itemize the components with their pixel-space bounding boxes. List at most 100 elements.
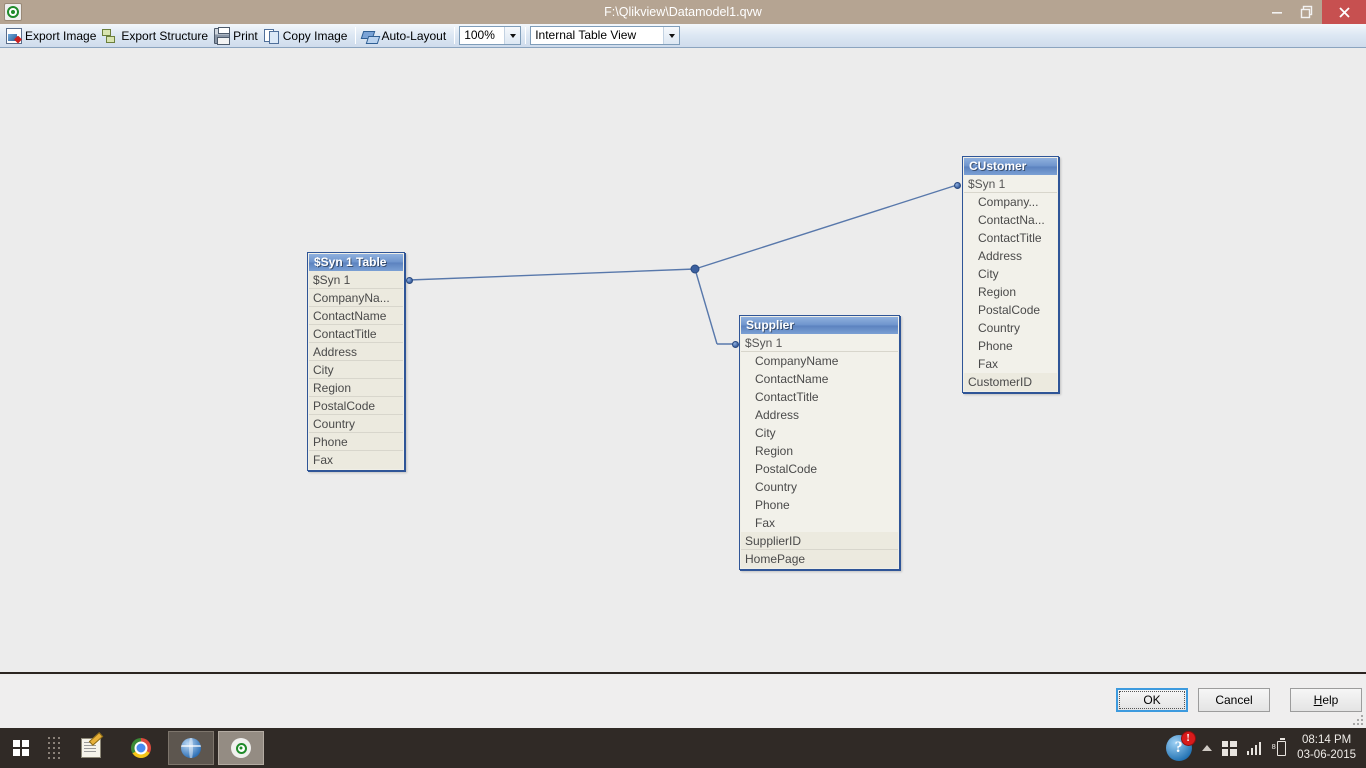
notepad-icon bbox=[81, 738, 101, 758]
window-titlebar: F:\Qlikview\Datamodel1.qvw bbox=[0, 0, 1366, 24]
table-field-row[interactable]: ContactTitle bbox=[309, 325, 403, 343]
table-field-row[interactable]: Region bbox=[964, 283, 1057, 301]
zoom-level-value: 100% bbox=[464, 28, 495, 42]
copy-image-button[interactable]: Copy Image bbox=[262, 26, 352, 46]
cancel-button-label: Cancel bbox=[1215, 693, 1253, 707]
restore-icon bbox=[1300, 5, 1313, 19]
table-field-row[interactable]: HomePage bbox=[741, 550, 898, 568]
battery-status-button[interactable]: ⁸ bbox=[1266, 728, 1291, 768]
table-field-row[interactable]: PostalCode bbox=[309, 397, 403, 415]
table-field-row[interactable]: City bbox=[309, 361, 403, 379]
export-structure-label: Export Structure bbox=[121, 28, 209, 43]
help-button[interactable]: Help bbox=[1290, 688, 1362, 712]
clock[interactable]: 08:14 PM 03-06-2015 bbox=[1291, 733, 1366, 763]
copy-image-label: Copy Image bbox=[282, 28, 348, 43]
minimize-icon bbox=[1272, 12, 1282, 14]
table-field-row[interactable]: $Syn 1 bbox=[741, 334, 898, 352]
taskbar-item-qlikview[interactable] bbox=[218, 731, 264, 765]
view-mode-select[interactable]: Internal Table View bbox=[530, 26, 681, 45]
network-status-button[interactable] bbox=[1242, 728, 1267, 768]
dialog-footer: OK Cancel Help bbox=[0, 676, 1366, 728]
table-node-customer[interactable]: CUstomer $Syn 1 Company... ContactNa... Cont… bbox=[962, 156, 1059, 393]
diagram-toolbar: Export Image Export Structure Print Copy… bbox=[0, 24, 1366, 48]
link-anchor-supplier[interactable] bbox=[731, 340, 739, 348]
auto-layout-icon bbox=[362, 28, 378, 44]
table-field-row[interactable]: PostalCode bbox=[741, 460, 898, 478]
table-field-row[interactable]: City bbox=[741, 424, 898, 442]
tray-windows-button[interactable] bbox=[1217, 728, 1242, 768]
table-field-row[interactable]: ContactTitle bbox=[964, 229, 1057, 247]
table-node-supplier[interactable]: Supplier $Syn 1 CompanyName ContactName Cont… bbox=[739, 315, 900, 570]
chevron-down-icon[interactable] bbox=[504, 27, 521, 44]
close-icon bbox=[1338, 6, 1350, 18]
table-field-row[interactable]: $Syn 1 bbox=[964, 175, 1057, 193]
table-field-row[interactable]: Phone bbox=[309, 433, 403, 451]
table-field-row[interactable]: SupplierID bbox=[741, 532, 898, 550]
resize-grip[interactable] bbox=[1352, 714, 1364, 726]
table-field-row[interactable]: Address bbox=[964, 247, 1057, 265]
table-field-row[interactable]: ContactName bbox=[309, 307, 403, 325]
link-junction-customer[interactable] bbox=[694, 184, 958, 270]
close-button[interactable] bbox=[1322, 0, 1366, 24]
action-center-button[interactable]: ? ! bbox=[1161, 728, 1197, 768]
table-field-row[interactable]: ContactName bbox=[741, 370, 898, 388]
minimize-button[interactable] bbox=[1262, 0, 1292, 24]
window-controls bbox=[1262, 0, 1366, 24]
taskbar-item-chrome[interactable] bbox=[118, 731, 164, 765]
taskbar-item-notepad[interactable] bbox=[68, 731, 114, 765]
link-anchor-syn1table[interactable] bbox=[405, 276, 413, 284]
table-field-row[interactable]: Region bbox=[741, 442, 898, 460]
export-image-button[interactable]: Export Image bbox=[4, 26, 100, 46]
link-junction-node[interactable] bbox=[690, 264, 700, 274]
clock-date: 03-06-2015 bbox=[1297, 749, 1356, 761]
table-field-row[interactable]: Company... bbox=[964, 193, 1057, 211]
table-field-row[interactable]: Address bbox=[741, 406, 898, 424]
auto-layout-button[interactable]: Auto-Layout bbox=[360, 26, 450, 46]
chevron-up-icon bbox=[1201, 745, 1212, 751]
table-field-row[interactable]: PostalCode bbox=[964, 301, 1057, 319]
system-tray: ? ! ⁸ 08:14 PM 03-06-2015 bbox=[1161, 728, 1366, 768]
link-syn1table-junction[interactable] bbox=[408, 268, 696, 281]
table-field-row[interactable]: Phone bbox=[964, 337, 1057, 355]
table-field-row[interactable]: CustomerID bbox=[964, 373, 1057, 391]
table-field-row[interactable]: Region bbox=[309, 379, 403, 397]
start-button[interactable] bbox=[0, 728, 42, 768]
table-field-row[interactable]: City bbox=[964, 265, 1057, 283]
show-hidden-icons-button[interactable] bbox=[1197, 728, 1217, 768]
qlikview-table-viewer-window: F:\Qlikview\Datamodel1.qvw Export Image … bbox=[0, 0, 1366, 768]
table-field-row[interactable]: ContactNa... bbox=[964, 211, 1057, 229]
windows-logo-icon bbox=[1221, 740, 1237, 756]
table-field-row[interactable]: $Syn 1 bbox=[309, 271, 403, 289]
table-field-row[interactable]: Fax bbox=[309, 451, 403, 469]
table-field-row[interactable]: ContactTitle bbox=[741, 388, 898, 406]
cancel-button[interactable]: Cancel bbox=[1198, 688, 1270, 712]
table-field-row[interactable]: Address bbox=[309, 343, 403, 361]
table-field-row[interactable]: Phone bbox=[741, 496, 898, 514]
link-junction-supplier[interactable] bbox=[694, 268, 718, 345]
link-anchor-customer[interactable] bbox=[953, 181, 961, 189]
data-model-canvas[interactable]: $Syn 1 Table $Syn 1 CompanyNa... ContactNam… bbox=[0, 49, 1366, 674]
taskbar-grip-handle[interactable] bbox=[46, 731, 62, 765]
table-field-row[interactable]: Country bbox=[741, 478, 898, 496]
internet-explorer-icon bbox=[181, 738, 201, 758]
table-field-row[interactable]: CompanyNa... bbox=[309, 289, 403, 307]
chevron-down-icon[interactable] bbox=[663, 27, 680, 44]
table-association-links bbox=[408, 184, 958, 345]
table-node-fields: $Syn 1 Company... ContactNa... ContactTitle… bbox=[964, 175, 1057, 391]
table-field-row[interactable]: Fax bbox=[964, 355, 1057, 373]
ok-button[interactable]: OK bbox=[1116, 688, 1188, 712]
table-field-row[interactable]: Country bbox=[964, 319, 1057, 337]
action-center-icon: ? ! bbox=[1165, 731, 1196, 761]
table-field-row[interactable]: CompanyName bbox=[741, 352, 898, 370]
restore-button[interactable] bbox=[1292, 0, 1322, 24]
table-field-row[interactable]: Fax bbox=[741, 514, 898, 532]
print-button[interactable]: Print bbox=[212, 26, 262, 46]
zoom-level-select[interactable]: 100% bbox=[459, 26, 522, 45]
table-field-row[interactable]: Country bbox=[309, 415, 403, 433]
taskbar-item-internet-explorer[interactable] bbox=[168, 731, 214, 765]
view-mode-value: Internal Table View bbox=[535, 28, 637, 42]
toolbar-separator-1 bbox=[355, 27, 357, 44]
table-node-syn1table[interactable]: $Syn 1 Table $Syn 1 CompanyNa... ContactNam… bbox=[307, 252, 405, 471]
print-label: Print bbox=[233, 28, 258, 43]
export-structure-button[interactable]: Export Structure bbox=[100, 26, 212, 46]
